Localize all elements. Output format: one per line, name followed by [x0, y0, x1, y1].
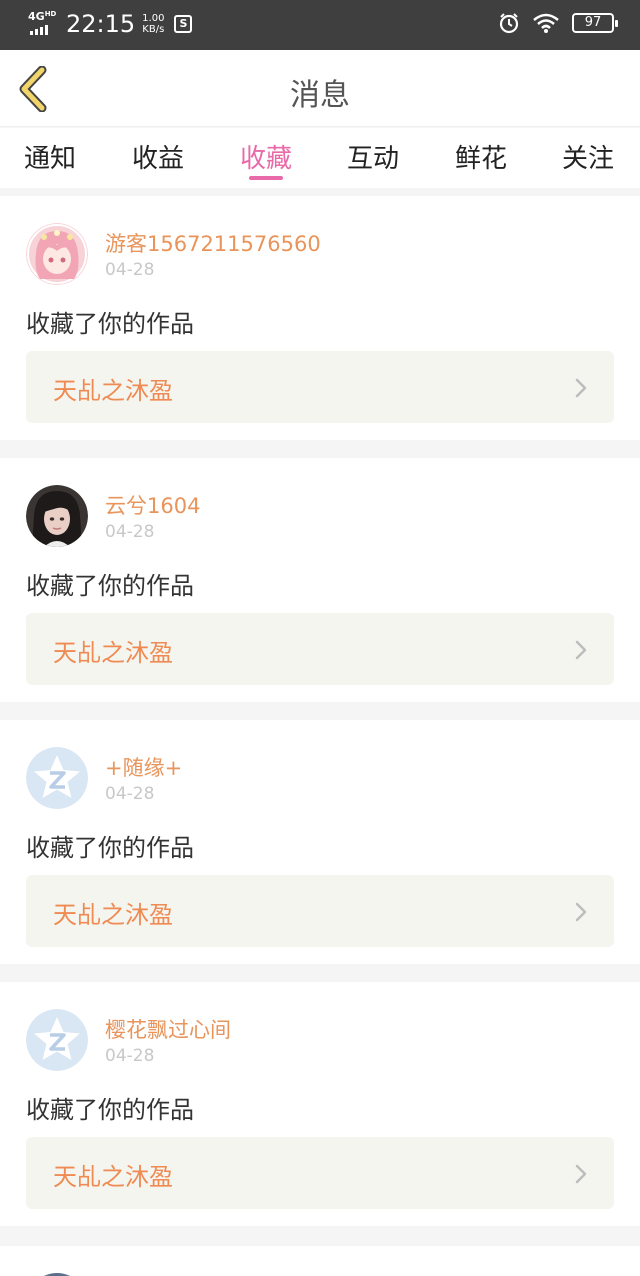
screenshot-icon: S	[174, 15, 193, 33]
action-text: 收藏了你的作品	[26, 1096, 194, 1124]
item-date: 04-28	[105, 522, 155, 542]
status-bar: 4GHD 22:15 1.00 KB/s S 97	[0, 0, 640, 50]
default-z-avatar[interactable]	[26, 1009, 88, 1071]
photo-avatar[interactable]	[26, 485, 88, 547]
tab-bar: 通知 收益 收藏 互动 鲜花 关注	[0, 128, 640, 188]
username[interactable]: 游客1567211576560	[105, 228, 321, 258]
tab-flowers[interactable]: 鲜花	[431, 138, 531, 175]
action-text: 收藏了你的作品	[26, 834, 194, 862]
page-title: 消息	[290, 78, 350, 113]
list-item: +随缘+ 04-28 收藏了你的作品 天乩之沐盈	[0, 720, 640, 964]
anime-girl-avatar[interactable]	[26, 223, 88, 285]
work-title: 天乩之沐盈	[53, 901, 173, 929]
status-time: 22:15	[66, 10, 136, 38]
username[interactable]: +随缘+	[105, 752, 182, 782]
chevron-right-icon	[575, 1164, 587, 1184]
username[interactable]: 云兮1604	[105, 490, 200, 520]
work-link[interactable]: 天乩之沐盈	[26, 875, 614, 947]
tab-notifications[interactable]: 通知	[0, 138, 100, 175]
default-z-avatar[interactable]	[26, 747, 88, 809]
item-date: 04-28	[105, 784, 155, 804]
work-title: 天乩之沐盈	[53, 1163, 173, 1191]
work-title: 天乩之沐盈	[53, 639, 173, 667]
work-link[interactable]: 天乩之沐盈	[26, 351, 614, 423]
work-title: 天乩之沐盈	[53, 377, 173, 405]
action-text: 收藏了你的作品	[26, 572, 194, 600]
action-text: 收藏了你的作品	[26, 310, 194, 338]
chevron-right-icon	[575, 902, 587, 922]
list-item: 樱花飘过心间 04-28 收藏了你的作品 天乩之沐盈	[0, 982, 640, 1226]
tab-interactions[interactable]: 互动	[323, 138, 423, 175]
list-item: 游客1567211576560 04-28 收藏了你的作品 天乩之沐盈	[0, 196, 640, 440]
alarm-icon	[499, 13, 519, 34]
tab-follows[interactable]: 关注	[538, 138, 638, 175]
title-bar: 消息	[0, 50, 640, 127]
list-item	[0, 1246, 640, 1276]
tab-favorites[interactable]: 收藏	[216, 138, 316, 175]
network-speed: 1.00 KB/s	[142, 13, 165, 35]
active-tab-indicator	[249, 176, 283, 180]
chevron-right-icon	[575, 640, 587, 660]
signal-icon: 4GHD	[28, 10, 58, 37]
item-date: 04-28	[105, 260, 155, 280]
wifi-icon	[533, 13, 559, 33]
username[interactable]: 樱花飘过心间	[105, 1014, 231, 1044]
tab-earnings[interactable]: 收益	[108, 138, 208, 175]
work-link[interactable]: 天乩之沐盈	[26, 1137, 614, 1209]
battery-icon: 97	[572, 13, 618, 33]
work-link[interactable]: 天乩之沐盈	[26, 613, 614, 685]
chevron-right-icon	[575, 378, 587, 398]
item-date: 04-28	[105, 1046, 155, 1066]
list-item: 云兮1604 04-28 收藏了你的作品 天乩之沐盈	[0, 458, 640, 702]
